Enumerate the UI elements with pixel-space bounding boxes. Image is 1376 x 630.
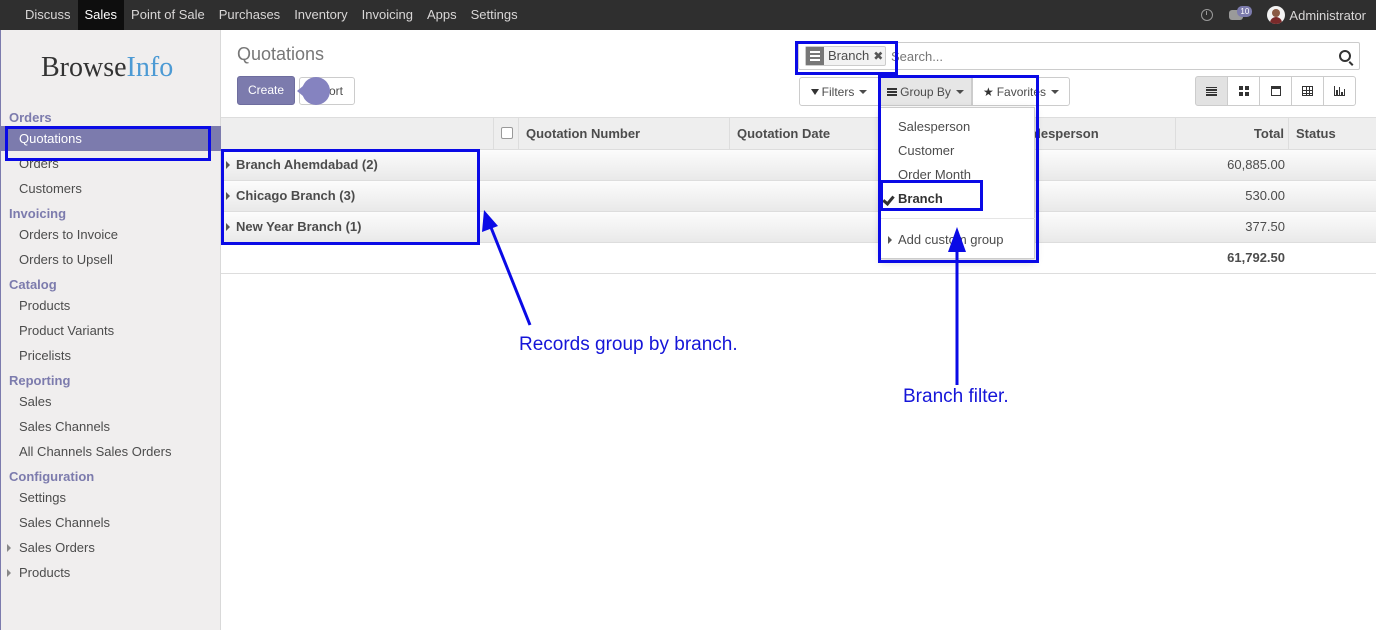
annotation-records-note: Records group by branch. (519, 334, 738, 355)
annotation-arrowhead-groups (482, 210, 498, 232)
annotation-arrowhead-filter (948, 227, 966, 252)
annotation-arrows (482, 210, 966, 385)
annotation-filter-note: Branch filter. (903, 386, 1009, 407)
annotation-arrow-groups (488, 224, 532, 326)
